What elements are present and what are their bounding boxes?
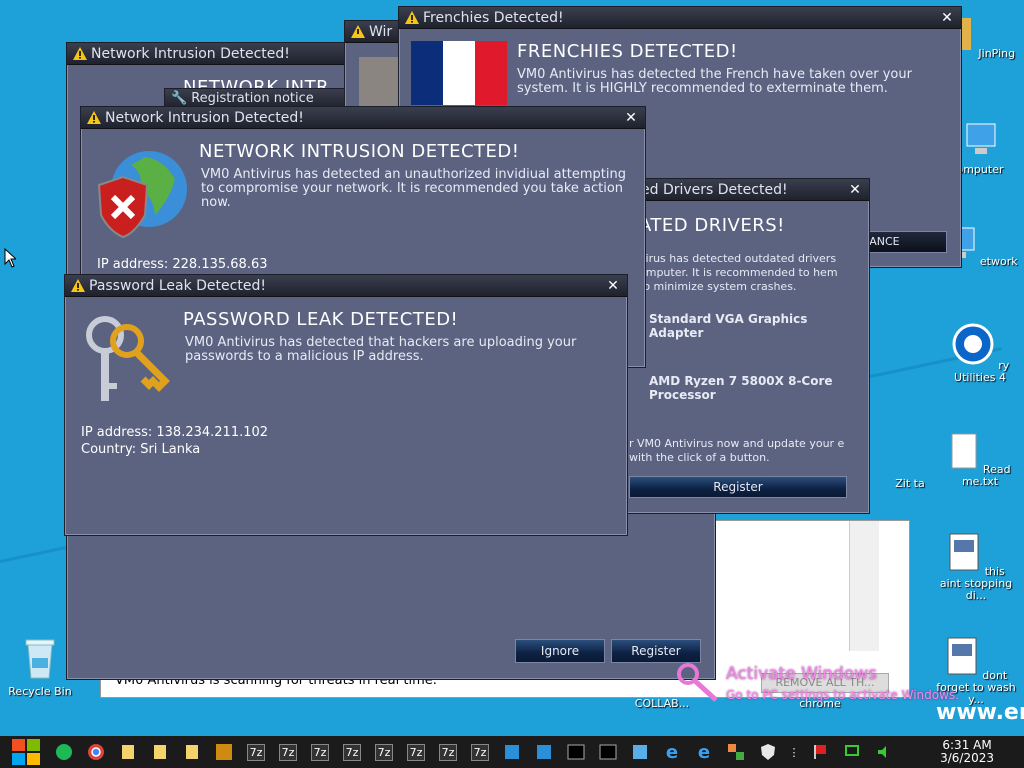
7zip-taskbar-icon[interactable]: 7z xyxy=(307,739,333,765)
document-icon xyxy=(949,533,979,571)
window-body-text: VM0 Antivirus has detected that hackers … xyxy=(185,335,577,364)
scanner-scrollbar[interactable] xyxy=(849,521,879,651)
window-titlebar[interactable]: Network Intrusion Detected! ✕ xyxy=(81,107,645,129)
desktop-icon-readme[interactable]: Read me.txt xyxy=(940,432,1020,488)
driver-item: Standard VGA Graphics Adapter xyxy=(649,312,808,340)
desktop-icon-this-aint[interactable]: this aint stopping di... xyxy=(936,532,1016,602)
warning-icon xyxy=(73,47,87,60)
key-watermark-icon xyxy=(677,663,718,702)
volume-tray-icon[interactable] xyxy=(871,739,897,765)
app-taskbar-icon[interactable] xyxy=(723,739,749,765)
flag-tray-icon[interactable] xyxy=(807,739,833,765)
app-taskbar-icon[interactable] xyxy=(211,739,237,765)
7zip-taskbar-icon[interactable]: 7z xyxy=(275,739,301,765)
ie-taskbar-icon[interactable]: e xyxy=(691,739,717,765)
country-text: Country: Sri Lanka xyxy=(81,442,201,457)
window-body-text: VM0 Antivirus has detected the French ha… xyxy=(517,67,912,96)
wrench-icon: 🔧 xyxy=(171,91,188,106)
network-tray-icon[interactable] xyxy=(839,739,865,765)
mouse-cursor-icon xyxy=(4,248,16,268)
globe-shield-icon xyxy=(97,151,187,239)
window-body-text: virus has detected outdated drivers ompu… xyxy=(639,252,838,293)
recycle-bin-icon xyxy=(25,639,55,679)
warning-icon xyxy=(351,25,365,38)
close-icon[interactable]: ✕ xyxy=(847,182,863,198)
document-icon xyxy=(947,637,977,675)
close-icon[interactable]: ✕ xyxy=(939,10,955,26)
app-taskbar-icon[interactable] xyxy=(531,739,557,765)
window-title: Frenchies Detected! xyxy=(423,9,564,26)
7zip-taskbar-icon[interactable]: 7z xyxy=(403,739,429,765)
window-heading: FRENCHIES DETECTED! xyxy=(517,41,738,62)
folder-taskbar-icon[interactable] xyxy=(115,739,141,765)
window-heading: NETWORK INTRUSION DETECTED! xyxy=(199,141,520,162)
7zip-taskbar-icon[interactable]: 7z xyxy=(339,739,365,765)
7zip-taskbar-icon[interactable]: 7z xyxy=(435,739,461,765)
warning-icon xyxy=(405,11,419,24)
window-title: Password Leak Detected! xyxy=(89,277,266,294)
window-heading: ATED DRIVERS! xyxy=(639,215,785,236)
desktop-icon-label: Zit ta xyxy=(895,477,925,490)
desktop-icon-label: JinPing xyxy=(978,47,1016,60)
desktop-icon-utilities[interactable]: ry Utilities 4 xyxy=(940,322,1020,384)
cmd-taskbar-icon[interactable] xyxy=(563,739,589,765)
windows-logo-icon xyxy=(12,739,40,765)
window-titlebar[interactable]: Password Leak Detected! ✕ xyxy=(65,275,627,297)
desktop-icon-zit[interactable]: Zit ta xyxy=(880,478,940,490)
window-body-text: VM0 Antivirus has detected an unauthoriz… xyxy=(201,167,626,210)
watermark-title: Activate Windows xyxy=(726,664,877,684)
cat-photo xyxy=(359,57,399,107)
folder-taskbar-icon[interactable] xyxy=(179,739,205,765)
start-button[interactable] xyxy=(8,739,44,765)
warning-icon xyxy=(71,279,85,292)
taskbar-clock[interactable]: 6:31 AM 3/6/2023 xyxy=(940,739,994,765)
window-heading: PASSWORD LEAK DETECTED! xyxy=(183,309,459,330)
www-text: www.er xyxy=(936,700,1024,725)
ip-address-text: IP address: 228.135.68.63 xyxy=(97,257,268,272)
computer-icon xyxy=(966,123,996,154)
desktop-icon-label: etwork xyxy=(979,255,1018,268)
watermark-subtitle: Go to PC settings to activate Windows. xyxy=(726,688,960,702)
cmd-taskbar-icon[interactable] xyxy=(595,739,621,765)
close-icon[interactable]: ✕ xyxy=(605,278,621,294)
close-icon[interactable]: ✕ xyxy=(623,110,639,126)
window-footer-text: r VM0 Antivirus now and update your e wi… xyxy=(629,437,845,464)
clock-date: 3/6/2023 xyxy=(940,751,994,765)
french-flag-icon xyxy=(411,41,507,105)
window-title: Network Intrusion Detected! xyxy=(105,109,304,126)
spotify-taskbar-icon[interactable] xyxy=(51,739,77,765)
register-button[interactable]: Register xyxy=(629,476,847,498)
ip-address-text: IP address: 138.234.211.102 xyxy=(81,425,269,440)
ignore-button[interactable]: Ignore xyxy=(515,639,605,663)
7zip-taskbar-icon[interactable]: 7z xyxy=(243,739,269,765)
driver-item: AMD Ryzen 7 5800X 8-Core Processor xyxy=(649,374,833,402)
7zip-taskbar-icon[interactable]: 7z xyxy=(371,739,397,765)
folder-taskbar-icon[interactable] xyxy=(147,739,173,765)
keys-icon xyxy=(86,316,170,401)
window-titlebar[interactable]: Frenchies Detected! ✕ xyxy=(399,7,961,29)
desktop-icon-label: Recycle Bin xyxy=(8,685,72,698)
desktop-icon-label: omputer xyxy=(956,163,1004,176)
ie-taskbar-icon[interactable]: e xyxy=(659,739,685,765)
chrome-taskbar-icon[interactable] xyxy=(83,739,109,765)
taskbar: 7z 7z 7z 7z 7z 7z 7z 7z e e ⋮ 6:31 AM 3/… xyxy=(0,736,1024,768)
7zip-taskbar-icon[interactable]: 7z xyxy=(467,739,493,765)
warning-icon xyxy=(87,111,101,124)
app-taskbar-icon[interactable] xyxy=(499,739,525,765)
more-icon[interactable]: ⋮ xyxy=(787,739,801,765)
app-taskbar-icon[interactable] xyxy=(627,739,653,765)
utilities-icon xyxy=(952,323,994,365)
shield-taskbar-icon[interactable] xyxy=(755,739,781,765)
register-button[interactable]: Register xyxy=(611,639,701,663)
text-file-icon xyxy=(951,433,977,469)
password-leak-window[interactable]: Password Leak Detected! ✕ PASSWORD LEAK … xyxy=(64,274,628,536)
